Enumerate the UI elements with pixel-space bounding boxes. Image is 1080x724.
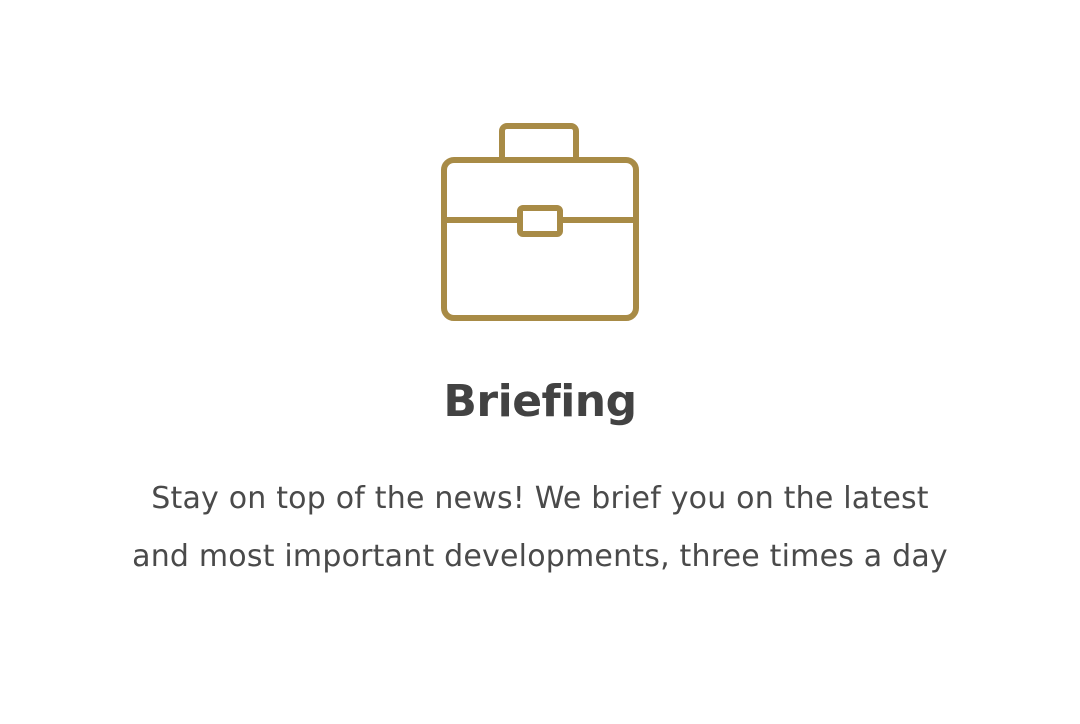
feature-card: Briefing Stay on top of the news! We bri… <box>0 0 1080 724</box>
feature-description: Stay on top of the news! We brief you on… <box>132 481 948 574</box>
feature-title: Briefing <box>443 376 637 427</box>
briefcase-icon <box>440 122 640 322</box>
